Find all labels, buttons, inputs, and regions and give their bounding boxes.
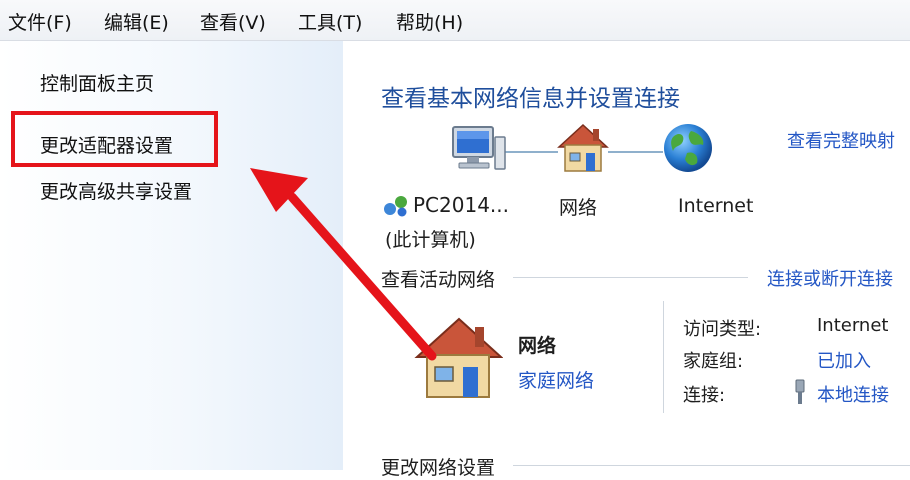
homegroup-joined-link[interactable]: 已加入 (817, 347, 871, 373)
change-advanced-sharing-link[interactable]: 更改高级共享设置 (40, 177, 192, 204)
map-connector-line (608, 151, 663, 153)
section-divider (513, 277, 748, 278)
page-title: 查看基本网络信息并设置连接 (381, 86, 680, 112)
menu-file[interactable]: 文件(F) (8, 8, 72, 35)
details-separator (663, 301, 664, 413)
house-icon[interactable] (557, 123, 609, 173)
house-icon (413, 317, 503, 399)
connection-label: 连接: (683, 385, 726, 406)
main-content: 查看基本网络信息并设置连接 查看完整映射 PC2014... (此计算机) 网络… (343, 41, 910, 479)
menu-bar: 文件(F) 编辑(E) 查看(V) 工具(T) 帮助(H) (0, 0, 910, 41)
view-full-map-link[interactable]: 查看完整映射 (787, 127, 895, 153)
ethernet-icon (793, 379, 807, 405)
active-networks-header: 查看活动网络 (381, 269, 496, 291)
pc-sub-label: (此计算机) (385, 229, 476, 251)
highlight-box (11, 111, 218, 167)
access-type-label: 访问类型: (683, 319, 762, 340)
control-panel-home-link[interactable]: 控制面板主页 (40, 69, 154, 96)
pc-name-label: PC2014... (413, 193, 509, 217)
menu-tools[interactable]: 工具(T) (298, 8, 362, 35)
map-connector-line (503, 151, 558, 153)
menu-view[interactable]: 查看(V) (200, 8, 266, 35)
globe-icon[interactable] (661, 121, 715, 175)
internet-map-label: Internet (678, 195, 754, 217)
menu-edit[interactable]: 编辑(E) (104, 8, 169, 35)
access-type-value: Internet (817, 315, 889, 336)
connect-disconnect-link[interactable]: 连接或断开连接 (767, 265, 893, 291)
task-pane: 控制面板主页 更改适配器设置 更改高级共享设置 (0, 41, 343, 470)
section-divider (513, 465, 910, 466)
network-map-label: 网络 (559, 197, 598, 219)
change-network-settings-header: 更改网络设置 (381, 457, 496, 479)
network-badge-icon (383, 195, 409, 217)
computer-icon[interactable] (451, 125, 507, 173)
home-network-link[interactable]: 家庭网络 (518, 366, 594, 393)
homegroup-label: 家庭组: (683, 351, 744, 372)
menu-help[interactable]: 帮助(H) (396, 8, 463, 35)
active-network-name: 网络 (518, 335, 557, 357)
local-connection-link[interactable]: 本地连接 (817, 381, 889, 407)
